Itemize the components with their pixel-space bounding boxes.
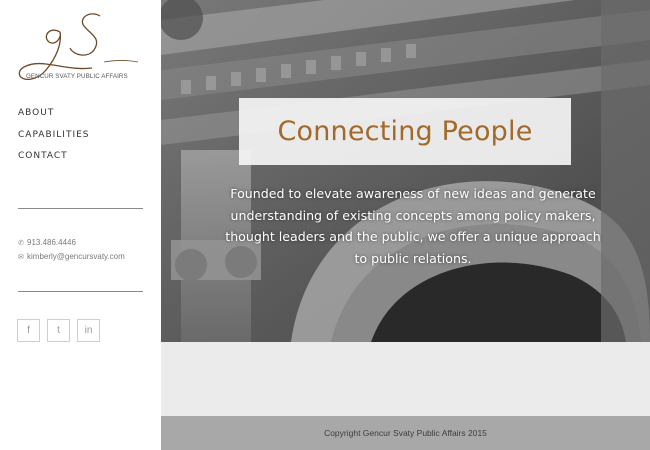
architecture-background-image (161, 0, 650, 342)
twitter-icon[interactable]: t (47, 319, 70, 342)
hero-title: Connecting People (277, 116, 533, 147)
divider (18, 208, 143, 209)
email-line[interactable]: ✉ kimberly@gencursvaty.com (18, 252, 125, 261)
content-band (161, 342, 650, 416)
hero-description: Founded to elevate awareness of new idea… (225, 186, 601, 266)
sidebar: GENCUR SVATY PUBLIC AFFAIRS ABOUT CAPABI… (0, 0, 161, 450)
logo-monogram-icon (18, 13, 139, 80)
phone-icon: ✆ (18, 240, 24, 247)
facebook-icon[interactable]: f (17, 319, 40, 342)
nav-item-contact[interactable]: CONTACT (18, 149, 90, 171)
phone-number: 913.486.4446 (27, 238, 76, 247)
envelope-icon: ✉ (18, 254, 24, 261)
phone-line[interactable]: ✆ 913.486.4446 (18, 238, 76, 247)
hero-title-box: Connecting People (239, 98, 571, 165)
divider (18, 291, 143, 292)
nav-item-capabilities[interactable]: CAPABILITIES (18, 128, 90, 150)
main-nav: ABOUT CAPABILITIES CONTACT (18, 106, 90, 171)
gs-monogram-logo[interactable]: GENCUR SVATY PUBLIC AFFAIRS (16, 10, 146, 88)
linkedin-icon[interactable]: in (77, 319, 100, 342)
copyright-text: Copyright Gencur Svaty Public Affairs 20… (324, 428, 487, 438)
logo-text: GENCUR SVATY PUBLIC AFFAIRS (26, 73, 128, 80)
email-address: kimberly@gencursvaty.com (27, 252, 125, 261)
nav-item-about[interactable]: ABOUT (18, 106, 90, 128)
hero-banner: Connecting People Founded to elevate awa… (161, 0, 650, 342)
footer: Copyright Gencur Svaty Public Affairs 20… (161, 416, 650, 450)
